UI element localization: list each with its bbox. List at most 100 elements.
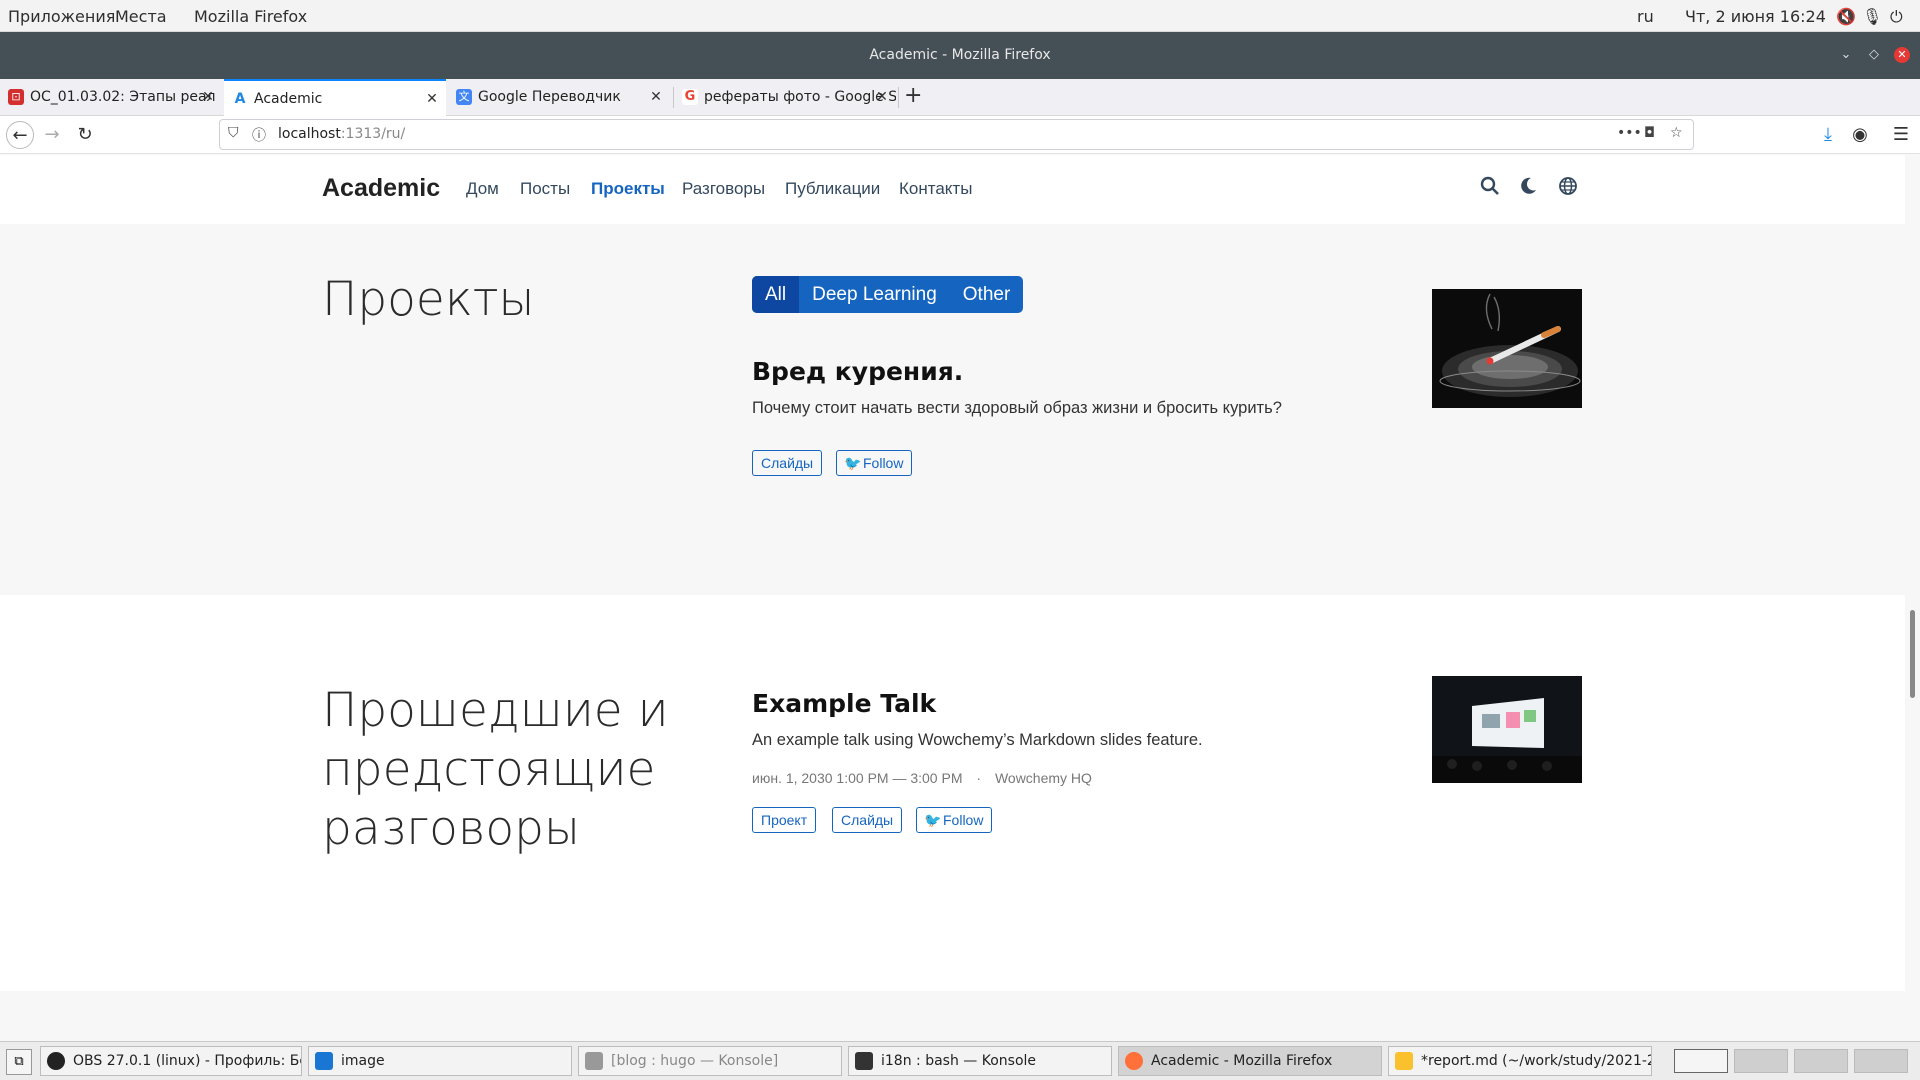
firefox-icon bbox=[1125, 1052, 1143, 1070]
filter-other-button[interactable]: Other bbox=[950, 276, 1024, 313]
url-host: localhost bbox=[278, 126, 341, 142]
close-window-icon[interactable]: ✕ bbox=[1894, 47, 1910, 63]
moon-icon[interactable] bbox=[1516, 176, 1540, 200]
hamburger-menu-icon[interactable]: ☰ bbox=[1887, 121, 1915, 149]
task-label: *report.md (~/work/study/2021-2... bbox=[1421, 1053, 1652, 1069]
follow-button[interactable]: 🐦 Follow bbox=[836, 450, 913, 476]
document-icon bbox=[315, 1052, 333, 1070]
follow-button[interactable]: 🐦 Follow bbox=[916, 807, 993, 833]
menu-posts[interactable]: Посты bbox=[520, 179, 570, 199]
active-app-menu[interactable]: Mozilla Firefox bbox=[194, 7, 307, 26]
microphone-icon[interactable]: 🎙 bbox=[1862, 7, 1882, 26]
url-text[interactable]: localhost:1313/ru/ bbox=[278, 126, 405, 142]
clock[interactable]: Чт, 2 июня 16:24 bbox=[1685, 7, 1826, 26]
minimize-icon[interactable]: ⌄ bbox=[1838, 47, 1854, 63]
close-tab-icon[interactable]: ✕ bbox=[200, 79, 216, 116]
task-editor[interactable]: *report.md (~/work/study/2021-2... bbox=[1388, 1046, 1652, 1076]
tab-strip: ⊡ ОС_01.03.02: Этапы реал ✕ A Academic ✕… bbox=[0, 79, 1920, 116]
project-filters: All Deep Learning Other bbox=[752, 276, 1024, 313]
show-desktop-icon[interactable]: ⧉ bbox=[6, 1049, 32, 1075]
menu-contacts[interactable]: Контакты bbox=[899, 179, 972, 199]
talk-thumbnail[interactable] bbox=[1432, 676, 1582, 783]
system-top-panel: Приложения Места Mozilla Firefox ru Чт, … bbox=[0, 0, 1920, 32]
navigation-toolbar: ← → ↻ ⛉ ⓘ localhost:1313/ru/ ••• ◘ ☆ ⤓ ◉… bbox=[0, 116, 1920, 154]
task-label: Academic - Mozilla Firefox bbox=[1151, 1053, 1333, 1069]
speaker-muted-icon[interactable]: 🔇 bbox=[1836, 7, 1856, 26]
taskbar: ⧉ OBS 27.0.1 (linux) - Профиль: Без... i… bbox=[0, 1041, 1920, 1080]
tab-translate[interactable]: 文 Google Переводчик ✕ bbox=[448, 79, 670, 116]
close-tab-icon[interactable]: ✕ bbox=[648, 79, 664, 116]
filter-all-button[interactable]: All bbox=[752, 276, 800, 313]
task-konsole-blog[interactable]: [blog : hugo — Konsole] bbox=[578, 1046, 842, 1076]
talk-date: июн. 1, 2030 1:00 PM — 3:00 PM bbox=[752, 770, 963, 786]
workspace-4[interactable] bbox=[1854, 1049, 1908, 1073]
window-titlebar: Academic - Mozilla Firefox ⌄ ◇ ✕ bbox=[0, 32, 1920, 79]
slides-button[interactable]: Слайды bbox=[752, 450, 823, 476]
keyboard-layout[interactable]: ru bbox=[1637, 7, 1654, 26]
project-thumbnail[interactable] bbox=[1432, 289, 1582, 408]
project-summary: Почему стоит начать вести здоровый образ… bbox=[752, 399, 1282, 417]
project-button[interactable]: Проект bbox=[752, 807, 817, 833]
window-title: Academic - Mozilla Firefox bbox=[869, 47, 1051, 63]
tab-label: ОС_01.03.02: Этапы реал bbox=[30, 89, 216, 105]
close-tab-icon[interactable]: ✕ bbox=[874, 79, 890, 116]
address-bar[interactable]: ⛉ ⓘ localhost:1313/ru/ ••• ◘ ☆ bbox=[219, 119, 1694, 150]
tab-label: Academic bbox=[254, 91, 323, 107]
scrollbar-thumb[interactable] bbox=[1910, 610, 1915, 698]
menu-talks[interactable]: Разговоры bbox=[682, 179, 765, 199]
page-scrollbar[interactable] bbox=[1905, 155, 1920, 1041]
task-firefox[interactable]: Academic - Mozilla Firefox bbox=[1118, 1046, 1382, 1076]
close-tab-icon[interactable]: ✕ bbox=[424, 81, 440, 116]
academic-icon: A bbox=[232, 91, 248, 107]
power-icon[interactable]: ⏻ bbox=[1890, 7, 1903, 27]
site-brand[interactable]: Academic bbox=[322, 174, 440, 203]
globe-icon[interactable] bbox=[1556, 176, 1580, 200]
talk-title[interactable]: Example Talk bbox=[752, 689, 936, 718]
url-path: :1313/ru/ bbox=[340, 126, 406, 142]
workspace-3[interactable] bbox=[1794, 1049, 1848, 1073]
terminal-icon bbox=[585, 1052, 603, 1070]
task-konsole-i18n[interactable]: i18n : bash — Konsole bbox=[848, 1046, 1112, 1076]
page-actions-icon[interactable]: ••• bbox=[1617, 125, 1642, 141]
maximize-icon[interactable]: ◇ bbox=[1866, 47, 1882, 63]
talks-section: Прошедшие и предстоящие разговоры Exampl… bbox=[0, 595, 1905, 991]
task-label: [blog : hugo — Konsole] bbox=[611, 1053, 779, 1069]
menu-projects[interactable]: Проекты bbox=[591, 179, 665, 199]
applications-menu[interactable]: Приложения bbox=[8, 7, 115, 26]
web-page: Academic Дом Посты Проекты Разговоры Пуб… bbox=[0, 155, 1905, 1041]
downloads-icon[interactable]: ⤓ bbox=[1814, 121, 1842, 149]
slides-button[interactable]: Слайды bbox=[832, 807, 903, 833]
task-obs[interactable]: OBS 27.0.1 (linux) - Профиль: Без... bbox=[40, 1046, 302, 1076]
talk-location: Wowchemy HQ bbox=[994, 770, 1092, 786]
filter-deep-learning-button[interactable]: Deep Learning bbox=[799, 276, 950, 313]
talks-title-line: разговоры bbox=[322, 801, 580, 856]
account-icon[interactable]: ◉ bbox=[1846, 121, 1874, 149]
search-icon[interactable] bbox=[1478, 176, 1502, 200]
site-info-icon[interactable]: ⓘ bbox=[252, 125, 266, 145]
menu-publications[interactable]: Публикации bbox=[785, 179, 880, 199]
project-title[interactable]: Вред курения. bbox=[752, 357, 963, 386]
workspace-2[interactable] bbox=[1734, 1049, 1788, 1073]
tab-pdf[interactable]: ⊡ ОС_01.03.02: Этапы реал ✕ bbox=[0, 79, 222, 116]
terminal-icon bbox=[855, 1052, 873, 1070]
tab-academic[interactable]: A Academic ✕ bbox=[224, 79, 446, 116]
reload-icon[interactable]: ↻ bbox=[71, 121, 99, 149]
back-icon[interactable]: ← bbox=[6, 121, 34, 149]
new-tab-icon[interactable]: + bbox=[904, 83, 922, 108]
pocket-icon[interactable]: ◘ bbox=[1644, 125, 1655, 141]
shield-icon[interactable]: ⛉ bbox=[228, 125, 239, 141]
menu-home[interactable]: Дом bbox=[466, 179, 499, 199]
follow-label: Follow bbox=[863, 455, 904, 471]
task-label: OBS 27.0.1 (linux) - Профиль: Без... bbox=[73, 1053, 301, 1069]
places-menu[interactable]: Места bbox=[115, 7, 167, 26]
follow-label: Follow bbox=[943, 812, 984, 828]
twitter-icon: 🐦 bbox=[844, 455, 862, 471]
task-image[interactable]: image bbox=[308, 1046, 572, 1076]
tab-google-search[interactable]: G рефераты фото - Google S ✕ bbox=[674, 79, 896, 116]
task-label: i18n : bash — Konsole bbox=[881, 1053, 1037, 1069]
tab-label: рефераты фото - Google S bbox=[704, 89, 896, 105]
forward-icon[interactable]: → bbox=[38, 121, 66, 149]
workspace-1[interactable] bbox=[1674, 1049, 1728, 1073]
bookmark-star-icon[interactable]: ☆ bbox=[1670, 125, 1683, 141]
tab-label: Google Переводчик bbox=[478, 89, 621, 105]
